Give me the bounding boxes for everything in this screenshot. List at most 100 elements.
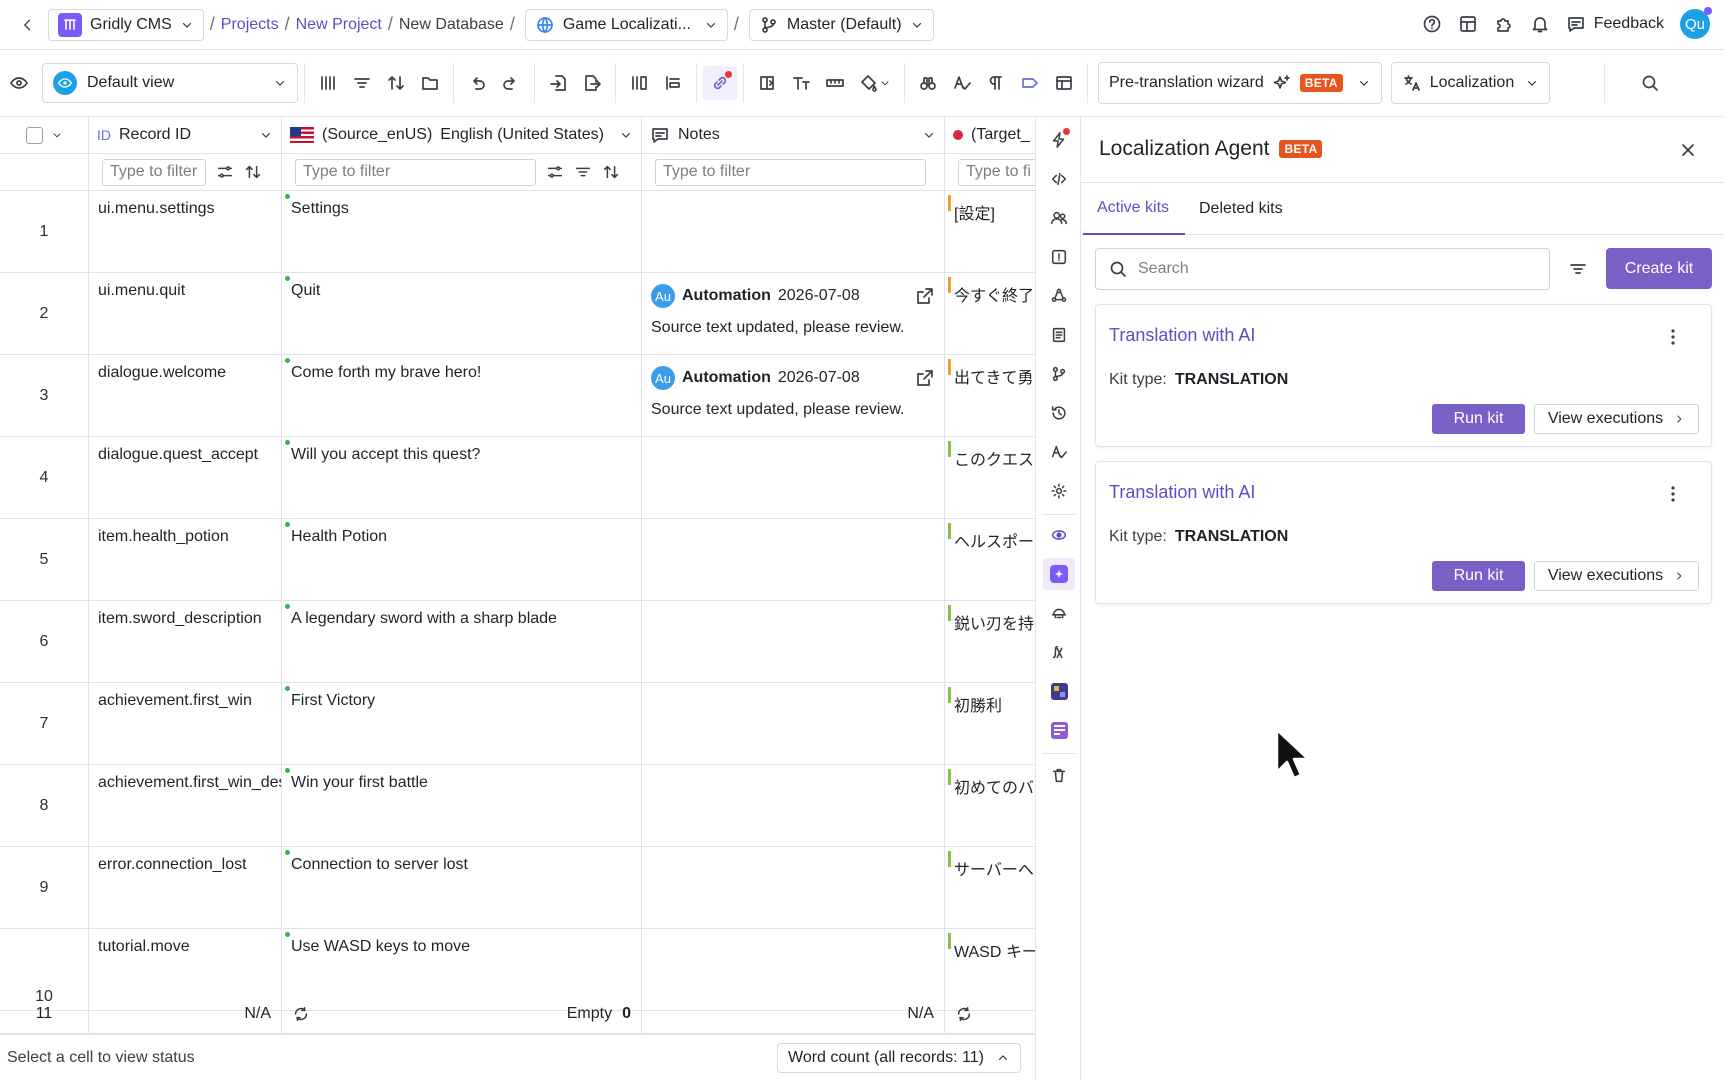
record-id-cell[interactable]: dialogue.welcome	[89, 355, 282, 437]
help-icon[interactable]	[1422, 14, 1442, 34]
import-button[interactable]	[541, 66, 575, 100]
dependency-button[interactable]	[703, 66, 737, 100]
record-id-cell[interactable]: error.connection_lost	[89, 847, 282, 929]
source-cell[interactable]: Win your first battle	[282, 765, 642, 847]
redo-button[interactable]	[494, 66, 528, 100]
source-cell[interactable]: First Victory	[282, 683, 642, 765]
notes-cell[interactable]	[642, 601, 945, 683]
tag-button[interactable]	[1013, 66, 1047, 100]
record-id-cell[interactable]: item.sword_description	[89, 601, 282, 683]
create-kit-button[interactable]: Create kit	[1606, 248, 1712, 289]
row-number[interactable]: 1	[0, 191, 89, 273]
back-icon[interactable]	[20, 17, 36, 33]
app-switcher[interactable]: Gridly CMS	[48, 8, 204, 41]
column-header-target[interactable]: (Target_	[945, 117, 1035, 154]
sort-icon[interactable]	[244, 162, 262, 182]
ai-model-button[interactable]	[1043, 519, 1075, 551]
history-button[interactable]	[1043, 397, 1075, 429]
select-all-header[interactable]	[0, 117, 89, 154]
settings-button[interactable]	[1043, 475, 1075, 507]
record-id-cell[interactable]: ui.menu.quit	[89, 273, 282, 355]
chevron-down-icon[interactable]	[259, 128, 273, 142]
bell-icon[interactable]	[1530, 14, 1550, 34]
more-options-icon[interactable]	[1663, 484, 1683, 504]
run-kit-button[interactable]: Run kit	[1432, 561, 1525, 591]
folder-button[interactable]	[413, 66, 447, 100]
row-number[interactable]: 3	[0, 355, 89, 437]
automation-button[interactable]	[1043, 124, 1075, 156]
breadcrumb-project[interactable]: New Project	[296, 16, 382, 34]
source-filter-input[interactable]: Type to filter	[295, 158, 536, 186]
kit-title[interactable]: Translation with AI	[1109, 482, 1255, 503]
target-cell[interactable]: ヘルスポー	[945, 519, 1035, 601]
row-number[interactable]: 6	[0, 601, 89, 683]
notes-filter-input[interactable]: Type to filter	[655, 158, 926, 186]
row-number[interactable]: 7	[0, 683, 89, 765]
row-number[interactable]: 4	[0, 437, 89, 519]
select-all-checkbox[interactable]	[25, 126, 43, 144]
source-cell[interactable]: Health Potion	[282, 519, 642, 601]
target-cell[interactable]: 出てきて勇	[945, 355, 1035, 437]
members-button[interactable]	[1043, 202, 1075, 234]
localization-agent-button[interactable]	[1043, 558, 1075, 590]
toggle-sidebar-button[interactable]	[2, 66, 36, 100]
freeze-column-button[interactable]	[750, 66, 784, 100]
view-executions-button[interactable]: View executions	[1534, 404, 1699, 434]
alerts-button[interactable]	[1043, 241, 1075, 273]
source-cell[interactable]: Quit	[282, 273, 642, 355]
source-cell[interactable]: Connection to server lost	[282, 847, 642, 929]
layout-icon[interactable]	[1458, 14, 1478, 34]
notes-cell[interactable]: Au Automation 2026-07-08 Source text update…	[642, 273, 945, 355]
row-number[interactable]: 9	[0, 847, 89, 929]
localization-button[interactable]: Localization	[1390, 62, 1550, 104]
formatting-button[interactable]	[979, 66, 1013, 100]
trash-button[interactable]	[1043, 759, 1075, 791]
app-integration-button[interactable]	[1043, 675, 1075, 707]
row-number[interactable]: 2	[0, 273, 89, 355]
open-external-icon[interactable]	[915, 286, 935, 306]
target-cell[interactable]: サーバーへ	[945, 847, 1035, 929]
record-id-cell[interactable]: dialogue.quest_accept	[89, 437, 282, 519]
record-id-filter-input[interactable]: Type to filter	[102, 158, 206, 186]
row-number[interactable]: 8	[0, 765, 89, 847]
source-cell[interactable]: A legendary sword with a sharp blade	[282, 601, 642, 683]
insert-row-button[interactable]	[656, 66, 690, 100]
chevron-down-icon[interactable]	[922, 128, 936, 142]
record-id-cell[interactable]: achievement.first_win_desc	[89, 765, 282, 847]
close-icon[interactable]	[1678, 140, 1698, 160]
columns-button[interactable]	[311, 66, 345, 100]
filter-icon[interactable]	[574, 162, 592, 182]
refresh-icon[interactable]	[955, 1004, 973, 1024]
assistant-button[interactable]	[1043, 597, 1075, 629]
target-cell[interactable]: 鋭い刃を持	[945, 601, 1035, 683]
spellcheck-button[interactable]	[945, 66, 979, 100]
column-header-notes[interactable]: Notes	[642, 117, 945, 154]
filter-button[interactable]	[345, 66, 379, 100]
target-cell[interactable]: このクエス	[945, 437, 1035, 519]
record-id-cell[interactable]: item.health_potion	[89, 519, 282, 601]
workflow-button[interactable]	[1043, 280, 1075, 312]
breadcrumb-projects[interactable]: Projects	[221, 16, 279, 34]
filter-options-icon[interactable]	[546, 162, 564, 182]
notes-cell[interactable]	[642, 519, 945, 601]
sort-button[interactable]	[379, 66, 413, 100]
code-button[interactable]	[1043, 163, 1075, 195]
target-filter-input[interactable]: Type to fi	[958, 158, 1035, 186]
kit-title[interactable]: Translation with AI	[1109, 325, 1255, 346]
spell-panel-button[interactable]	[1043, 436, 1075, 468]
kit-search-input[interactable]: Search	[1095, 248, 1550, 290]
notes-panel-button[interactable]	[1043, 319, 1075, 351]
tab-active-kits[interactable]: Active kits	[1083, 183, 1185, 235]
sort-icon[interactable]	[602, 162, 620, 182]
notes-cell[interactable]	[642, 437, 945, 519]
record-id-cell[interactable]: achievement.first_win	[89, 683, 282, 765]
puzzle-icon[interactable]	[1494, 14, 1514, 34]
text-size-button[interactable]	[784, 66, 818, 100]
source-cell[interactable]: Come forth my brave hero!	[282, 355, 642, 437]
filter-icon[interactable]	[1568, 259, 1588, 279]
target-cell[interactable]: 初めてのバ	[945, 765, 1035, 847]
user-avatar[interactable]: Qu	[1680, 7, 1712, 39]
more-options-icon[interactable]	[1663, 327, 1683, 347]
open-external-icon[interactable]	[915, 368, 935, 388]
run-kit-button[interactable]: Run kit	[1432, 404, 1525, 434]
